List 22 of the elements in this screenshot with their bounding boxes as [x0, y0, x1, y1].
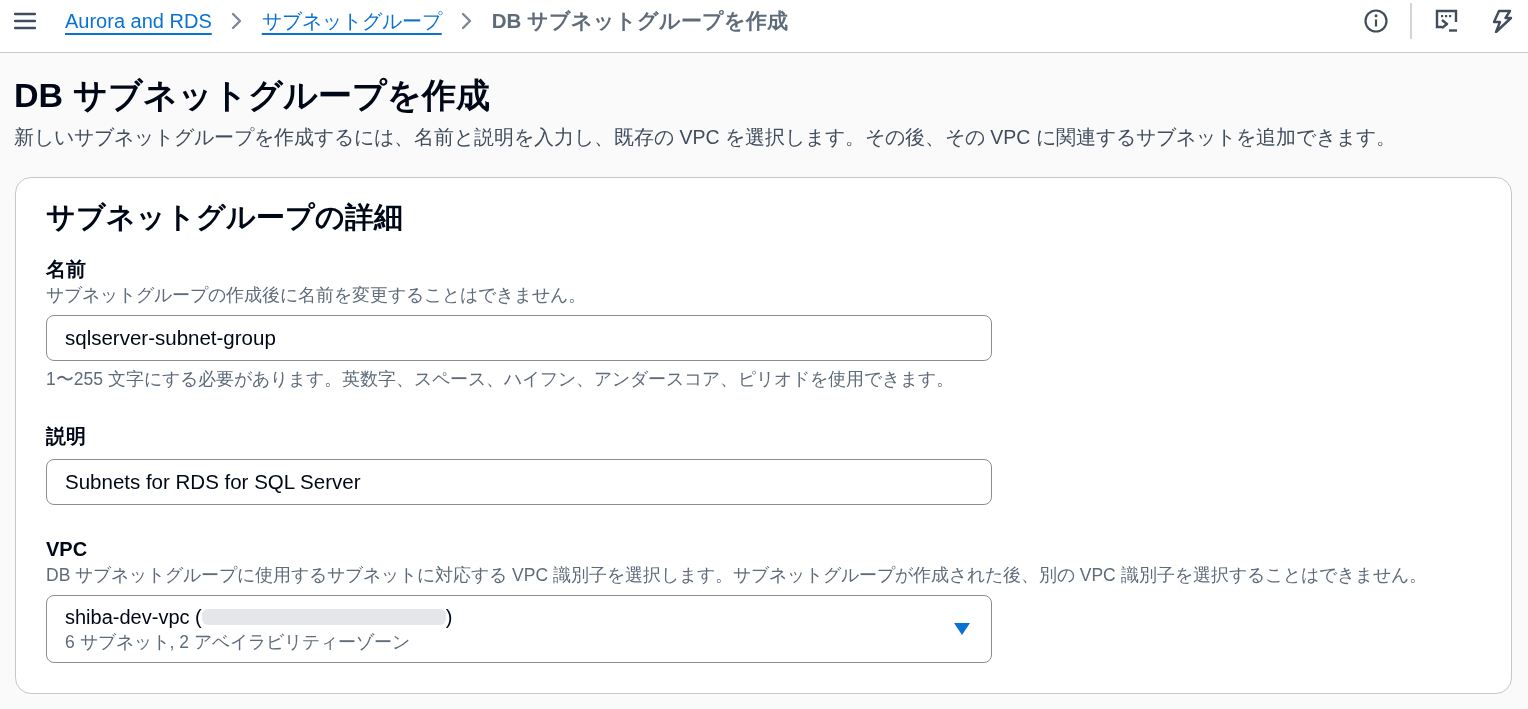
field-label: VPC	[46, 537, 89, 562]
field-label: 名前	[46, 257, 87, 282]
menu-icon[interactable]	[14, 12, 36, 30]
lightning-icon[interactable]	[1490, 9, 1514, 33]
text-input[interactable]: sqlserver-subnet-group	[46, 315, 992, 361]
panel-title: サブネットグループの詳細	[46, 200, 404, 235]
chevron-right-icon	[460, 12, 473, 30]
caret-down-icon	[954, 623, 970, 635]
info-icon[interactable]	[1364, 9, 1388, 33]
page-description: 新しいサブネットグループを作成するには、名前と説明を入力し、既存の VPC を選択します。その後、その VPC に関連するサブネットを追加できます。	[14, 125, 1397, 150]
text-input[interactable]: Subnets for RDS for SQL Server	[46, 459, 992, 505]
breadcrumb-link[interactable]: Aurora and RDS	[65, 7, 212, 35]
field-label: 説明	[46, 424, 87, 449]
chevron-right-icon	[230, 12, 243, 30]
field-description: DB サブネットグループに使用するサブネットに対応する VPC 識別子を選択します。サブネットグループが作成された後、別の VPC 識別子を選択することはできません。	[46, 564, 1428, 587]
vpc-select[interactable]: shiba-dev-vpc ( ) 6 サブネット, 2 アベイラビリティーゾーン	[46, 595, 992, 663]
terminal-icon[interactable]	[1434, 8, 1460, 34]
field-description: サブネットグループの作成後に名前を変更することはできません。	[46, 284, 587, 307]
breadcrumb-current: DB サブネットグループを作成	[491, 8, 789, 34]
breadcrumb-link[interactable]: サブネットグループ	[261, 7, 442, 35]
page-title: DB サブネットグループを作成	[14, 75, 491, 116]
field-constraint: 1〜255 文字にする必要があります。英数字、スペース、ハイフン、アンダースコア、ピリオドを使用できます。	[46, 368, 955, 391]
